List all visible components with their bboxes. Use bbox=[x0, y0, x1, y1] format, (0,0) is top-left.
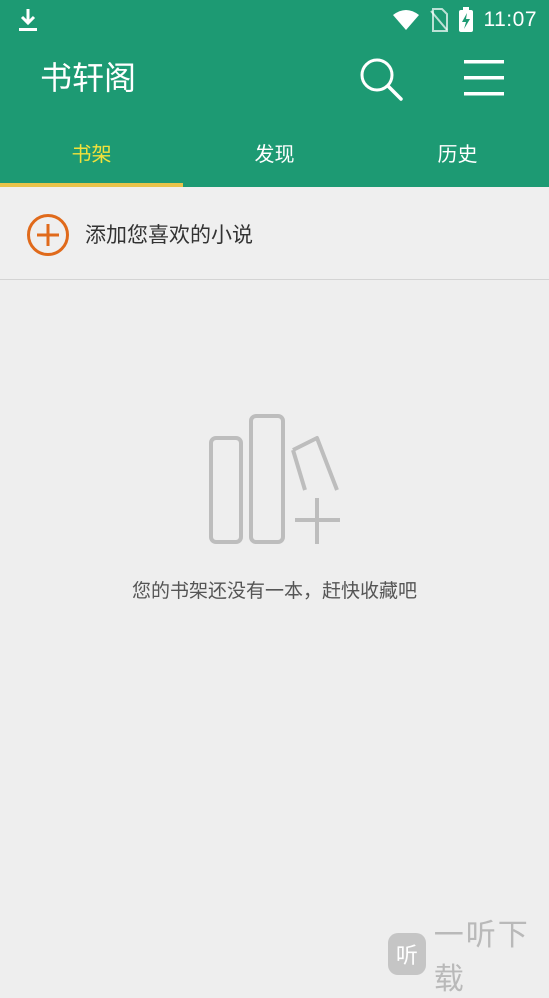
status-icons: 11:07 bbox=[392, 6, 538, 34]
empty-message: 您的书架还没有一本，赶快收藏吧 bbox=[131, 580, 417, 602]
menu-icon[interactable] bbox=[460, 54, 508, 102]
wifi-icon bbox=[392, 10, 419, 30]
watermark: 听 一听下载 bbox=[388, 918, 549, 997]
add-circle-icon bbox=[27, 214, 69, 256]
status-time: 11:07 bbox=[483, 8, 537, 31]
app-bar: 书轩阁 bbox=[0, 40, 549, 118]
tab-bookshelf-label: 书架 bbox=[71, 142, 112, 166]
add-novel-label: 添加您喜欢的小说 bbox=[85, 223, 253, 247]
add-novel-button[interactable]: 添加您喜欢的小说 bbox=[0, 187, 549, 280]
watermark-text: 一听下载 bbox=[433, 918, 530, 997]
empty-bookshelf-icon bbox=[209, 414, 340, 544]
tab-history[interactable]: 历史 bbox=[366, 118, 549, 187]
tab-history-label: 历史 bbox=[437, 142, 478, 166]
tab-discover-label: 发现 bbox=[254, 142, 295, 166]
watermark-badge: 听 bbox=[388, 933, 426, 975]
status-bar: 11:07 bbox=[0, 0, 549, 40]
tab-bookshelf[interactable]: 书架 bbox=[0, 118, 183, 187]
tab-discover[interactable]: 发现 bbox=[183, 118, 366, 187]
download-icon bbox=[19, 9, 37, 31]
battery-charging-icon bbox=[458, 7, 473, 32]
app-title: 书轩阁 bbox=[40, 59, 137, 97]
tab-bar: 书架 发现 历史 bbox=[0, 118, 549, 187]
no-sim-icon bbox=[429, 8, 448, 32]
search-icon[interactable] bbox=[356, 54, 406, 104]
